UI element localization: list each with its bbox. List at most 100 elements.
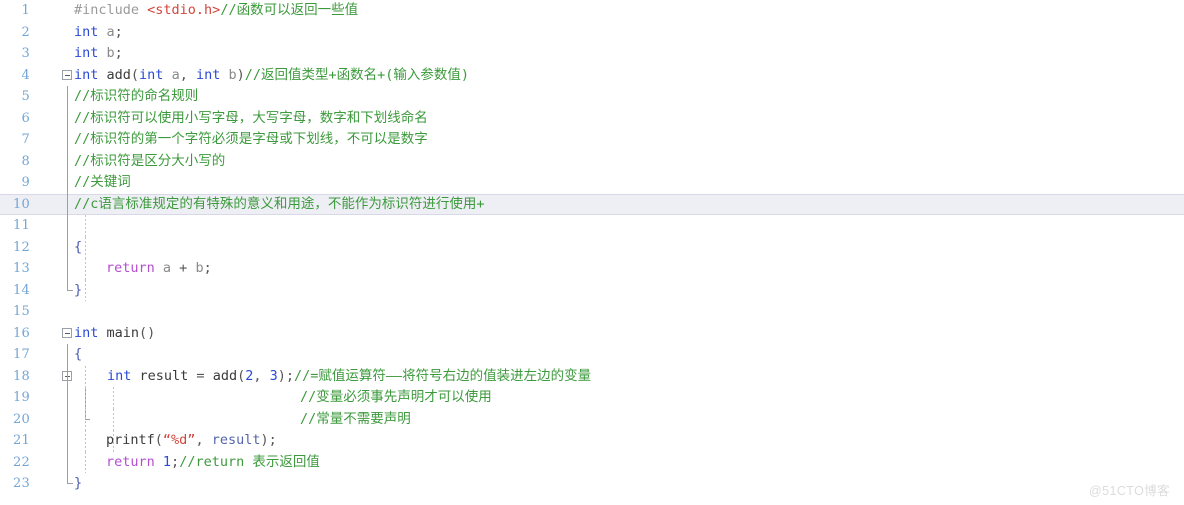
token-fn: result [131,367,197,384]
line-number: 18 [13,368,30,384]
token-brace: } [74,475,83,491]
code-line[interactable]: 22 return 1;//return 表示返回值 [0,451,1184,474]
line-number: 8 [21,153,30,169]
code-line[interactable]: 23} [0,473,1184,495]
token-num: 3 [269,367,278,384]
code-line[interactable]: 19 //变量必须事先声明才可以使用 [0,387,1184,409]
code-line[interactable]: 6 //标识符可以使用小写字母，大写字母，数字和下划线命名 [0,107,1184,130]
line-number: 21 [13,433,30,448]
code-line[interactable]: 8 //标识符是区分大小写的 [0,150,1184,173]
code-text[interactable]: //标识符是区分大小写的 [74,151,225,173]
token-ident: a [163,66,180,83]
indent-guide [85,365,86,387]
code-line[interactable]: 3 int b; [0,43,1184,65]
token-punct: ; [203,260,212,276]
token-comment: //标识符的第一个字符必须是字母或下划线，不可以是数字 [74,131,428,147]
token-brace: { [74,346,83,362]
token-ident: b [187,260,204,276]
code-line[interactable]: 14} [0,279,1184,302]
token-ident: b [98,45,115,61]
code-text[interactable]: int add(int a, int b)//返回值类型+函数名+(输入参数值) [74,65,469,87]
code-line[interactable]: 17 { [0,344,1184,366]
code-line[interactable]: 1 #include <stdio.h>//函数可以返回一些值 [0,0,1184,22]
token-ident: a [98,23,115,40]
token-plain: #include [74,2,148,18]
token-punct: ( [130,66,140,83]
fold-rail [67,150,68,172]
code-lines-container[interactable]: 1 #include <stdio.h>//函数可以返回一些值 2 int a; 3 in… [0,0,1184,495]
code-text[interactable]: int b; [74,43,123,65]
token-var: result [211,432,261,448]
line-number: 17 [13,347,30,362]
code-text[interactable]: } [74,473,82,495]
token-comment: //返回值类型+函数名+(输入参数值) [244,66,470,83]
indent-guide [85,279,86,301]
token-punct: ; [114,45,123,61]
code-text[interactable]: int a; [74,22,123,44]
code-text[interactable]: return a + b; [106,258,212,280]
fold-collapse-icon[interactable] [62,70,72,80]
code-line[interactable]: 4 int add(int a, int b)//返回值类型+函数名+(输入参数值… [0,65,1184,87]
line-number: 3 [21,46,30,61]
token-punct: ); [260,432,277,448]
code-text[interactable]: //标识符的第一个字符必须是字母或下划线，不可以是数字 [74,129,428,151]
line-number: 4 [21,67,30,83]
code-line[interactable]: 11 [0,215,1184,237]
token-brace: { [74,238,83,255]
fold-rail [67,107,68,129]
code-line[interactable]: 15 [0,301,1184,323]
code-text[interactable]: //标识符的命名规则 [74,86,198,108]
token-fn: printf [106,432,155,448]
token-comment: //常量不需要声明 [300,410,411,427]
code-text[interactable]: //常量不需要声明 [300,409,411,431]
code-line[interactable]: 5 //标识符的命名规则 [0,86,1184,108]
code-text[interactable]: //变量必须事先声明才可以使用 [300,387,492,409]
line-number: 11 [13,218,30,233]
token-punct: ); [277,367,295,384]
fold-rail [67,258,68,280]
code-line[interactable]: 9 //关键词 [0,172,1184,194]
code-editor[interactable]: 1 #include <stdio.h>//函数可以返回一些值 2 int a; 3 in… [0,0,1184,505]
token-punct: , [253,367,270,384]
token-punct: = [196,367,213,384]
indent-guide [113,408,114,430]
code-text[interactable]: #include <stdio.h>//函数可以返回一些值 [74,0,358,22]
token-punct: ( [237,367,246,384]
token-ret: return [106,260,155,276]
code-line[interactable]: 7 //标识符的第一个字符必须是字母或下划线，不可以是数字 [0,129,1184,151]
token-kw: int [74,66,99,83]
token-punct: , [179,66,196,83]
code-line[interactable]: 13 return a + b; [0,258,1184,280]
code-line[interactable]: 12 { [0,236,1184,259]
code-text[interactable]: return 1;//return 表示返回值 [106,452,320,474]
indent-guide [85,387,86,409]
code-line[interactable]: 2 int a; [0,22,1184,44]
fold-rail [67,365,68,387]
code-line[interactable]: 16 int main() [0,323,1184,345]
token-comment: //关键词 [74,174,131,190]
token-comment: //变量必须事先声明才可以使用 [300,389,492,405]
code-text[interactable]: //标识符可以使用小写字母，大写字母，数字和下划线命名 [74,108,428,130]
code-text[interactable]: { [74,237,82,259]
code-text[interactable]: printf(“%d”, result); [106,430,277,452]
token-kw: int [74,45,99,61]
line-number: 22 [13,454,30,470]
code-text[interactable]: //关键词 [74,172,131,194]
fold-collapse-icon[interactable] [62,328,72,338]
code-text[interactable]: int result = add(2, 3);//=赋值运算符——将符号右边的值… [107,366,591,388]
token-punct: ; [171,453,180,470]
code-text[interactable]: { [74,344,82,366]
token-kw: int [74,324,99,341]
code-text[interactable]: int main() [74,323,155,345]
code-line[interactable]: 10 //c语言标准规定的有特殊的意义和用途，不能作为标识符进行使用+ [0,193,1184,216]
fold-rail [67,451,68,473]
line-number: 2 [21,24,30,40]
fold-rail [67,236,68,258]
code-line[interactable]: 20 //常量不需要声明 [0,408,1184,431]
code-line[interactable]: 18 int result = add(2, 3);//=赋值运算符——将符号右边… [0,365,1184,388]
token-punct: ( [154,432,163,448]
line-number: 10 [13,196,30,212]
code-text[interactable]: //c语言标准规定的有特殊的意义和用途，不能作为标识符进行使用+ [74,194,485,216]
code-text[interactable]: } [74,280,82,302]
code-line[interactable]: 21 printf(“%d”, result); [0,430,1184,452]
